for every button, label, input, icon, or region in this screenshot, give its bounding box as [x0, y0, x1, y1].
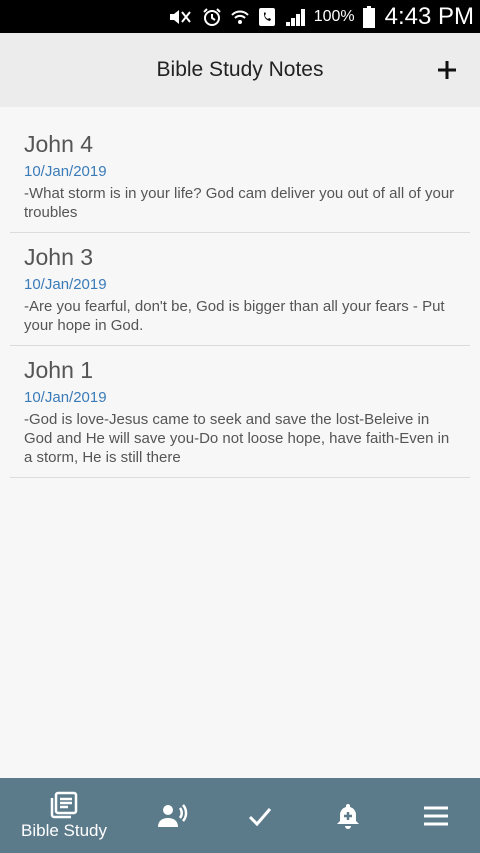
alarm-icon — [202, 7, 222, 27]
bell-plus-icon — [337, 803, 359, 829]
battery-icon — [362, 5, 375, 28]
note-text: -What storm is in your life? God cam del… — [24, 185, 455, 221]
mute-icon — [168, 8, 194, 26]
note-text: -God is love-Jesus came to seek and save… — [24, 411, 450, 466]
check-icon — [248, 807, 272, 826]
plus-icon — [438, 61, 456, 79]
nav-reminders[interactable] — [304, 778, 392, 853]
nav-bible-study-label: Bible Study — [21, 820, 107, 840]
status-bar: 100% 4:43 PM — [0, 0, 480, 33]
wifi-icon — [230, 7, 250, 27]
phone-icon — [258, 7, 276, 27]
note-heading: John 1 — [24, 357, 94, 383]
battery-percent: 100% — [313, 7, 355, 25]
nav-menu[interactable] — [392, 778, 480, 853]
add-note-button[interactable] — [432, 55, 462, 85]
book-icon — [50, 791, 78, 818]
list-item[interactable]: John 1 10/Jan/2019 -God is love-Jesus ca… — [10, 346, 470, 478]
app-header: Bible Study Notes — [0, 33, 480, 107]
speaker-icon — [158, 803, 188, 827]
note-heading: John 4 — [24, 131, 94, 157]
menu-icon — [424, 806, 448, 825]
note-text: -Are you fearful, don't be, God is bigge… — [24, 298, 445, 334]
note-date: 10/Jan/2019 — [24, 163, 107, 180]
clock: 4:43 PM — [384, 2, 474, 30]
signal-icon — [284, 7, 306, 27]
list-item[interactable]: John 4 10/Jan/2019 -What storm is in you… — [10, 120, 470, 233]
notes-list: John 4 10/Jan/2019 -What storm is in you… — [10, 120, 470, 478]
note-date: 10/Jan/2019 — [24, 276, 107, 293]
nav-bible-study[interactable]: Bible Study — [0, 778, 128, 853]
page-title: Bible Study Notes — [156, 58, 324, 81]
bottom-navigation: Bible Study — [0, 778, 480, 853]
note-heading: John 3 — [24, 244, 94, 270]
note-date: 10/Jan/2019 — [24, 389, 107, 406]
nav-audio[interactable] — [128, 778, 216, 853]
nav-tasks[interactable] — [216, 778, 304, 853]
list-item[interactable]: John 3 10/Jan/2019 -Are you fearful, don… — [10, 233, 470, 346]
